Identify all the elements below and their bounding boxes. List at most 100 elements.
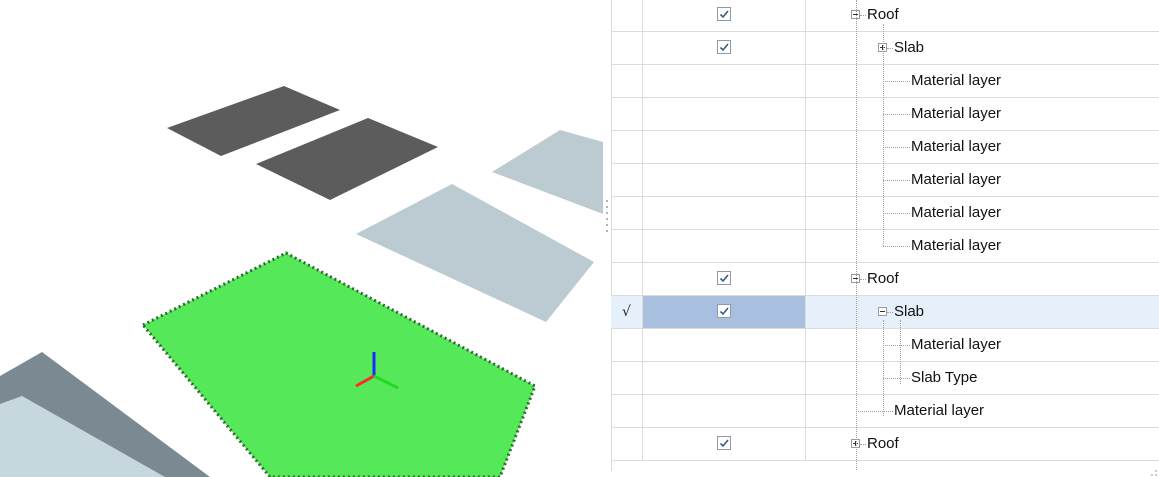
visibility-cell[interactable]	[643, 395, 806, 427]
visibility-cell[interactable]	[643, 362, 806, 394]
tree-node-cell[interactable]: Roof	[806, 263, 1159, 295]
tree-row[interactable]: Material layer	[611, 329, 1159, 362]
tree-node-label: Material layer	[911, 72, 1002, 89]
tree-node-cell[interactable]: Roof	[806, 428, 1159, 460]
row-indicator	[611, 362, 643, 394]
splitter-grip-dot	[606, 218, 608, 220]
tree-row[interactable]: Material layer	[611, 395, 1159, 428]
row-indicator	[611, 32, 643, 64]
tree-node-label: Roof	[867, 270, 899, 287]
visibility-checkbox[interactable]	[717, 271, 731, 285]
tree-node-cell[interactable]: Slab Type	[806, 362, 1159, 394]
tree-node-label: Slab Type	[911, 369, 978, 386]
visibility-cell[interactable]	[643, 98, 806, 130]
tree-row[interactable]: Material layer	[611, 98, 1159, 131]
tree-connector	[883, 213, 910, 214]
row-indicator	[611, 230, 643, 262]
tree-row[interactable]: Roof	[611, 263, 1159, 296]
collapse-minus-icon[interactable]	[878, 307, 887, 316]
checkmark-icon	[719, 274, 729, 283]
tree-row[interactable]: Slab Type	[611, 362, 1159, 395]
splitter-grip-dot	[606, 212, 608, 214]
row-indicator: √	[611, 296, 643, 328]
light-slab-2[interactable]	[356, 184, 594, 322]
row-indicator	[611, 0, 643, 31]
visibility-cell[interactable]	[643, 230, 806, 262]
tree-row[interactable]: Material layer	[611, 131, 1159, 164]
tree-connector	[883, 320, 884, 416]
tree-node-cell[interactable]: Material layer	[806, 131, 1159, 163]
panel-splitter[interactable]	[603, 0, 611, 477]
row-indicator	[611, 164, 643, 196]
tree-node-cell[interactable]: Material layer	[806, 329, 1159, 361]
tree-node-label: Material layer	[911, 138, 1002, 155]
tree-node-cell[interactable]: Material layer	[806, 98, 1159, 130]
visibility-cell[interactable]	[643, 0, 806, 31]
tree-row[interactable]: Slab	[611, 32, 1159, 65]
visibility-cell[interactable]	[643, 32, 806, 64]
row-indicator	[611, 395, 643, 427]
tree-node-label: Roof	[867, 435, 899, 452]
visibility-cell[interactable]	[643, 65, 806, 97]
tree-row[interactable]: Roof	[611, 428, 1159, 461]
tree-node-cell[interactable]: Material layer	[806, 65, 1159, 97]
splitter-grip-dot	[606, 230, 608, 232]
light-slab-1[interactable]	[492, 130, 603, 214]
visibility-cell[interactable]	[643, 263, 806, 295]
visibility-checkbox[interactable]	[717, 7, 731, 21]
resize-grip[interactable]	[1151, 470, 1157, 476]
tree-row[interactable]: Material layer	[611, 230, 1159, 263]
tree-node-label: Material layer	[911, 105, 1002, 122]
tree-connector	[883, 246, 910, 247]
tree-row[interactable]: Material layer	[611, 65, 1159, 98]
splitter-grip-dot	[606, 224, 608, 226]
row-indicator	[611, 65, 643, 97]
tree-node-label: Slab	[894, 303, 925, 320]
tree-node-label: Material layer	[911, 237, 1002, 254]
checkmark-icon	[719, 43, 729, 52]
tree-row[interactable]: Material layer	[611, 197, 1159, 230]
tree-grid[interactable]: Roof Slab Material layer Material layer Mate…	[611, 0, 1159, 471]
tree-node-label: Material layer	[894, 402, 985, 419]
tree-connector	[860, 279, 866, 280]
visibility-checkbox[interactable]	[717, 304, 731, 318]
visibility-cell[interactable]	[643, 329, 806, 361]
tree-node-cell[interactable]: Slab	[806, 32, 1159, 64]
tree-node-label: Slab	[894, 39, 925, 56]
visibility-cell[interactable]	[643, 428, 806, 460]
row-indicator	[611, 131, 643, 163]
splitter-grip-dot	[606, 206, 608, 208]
tree-row[interactable]: Material layer	[611, 164, 1159, 197]
visibility-cell[interactable]	[643, 164, 806, 196]
tree-connector	[887, 48, 893, 49]
tree-connector	[900, 320, 901, 384]
splitter-grip-dot	[606, 200, 608, 202]
checkmark-icon	[719, 10, 729, 19]
visibility-cell[interactable]	[643, 131, 806, 163]
tree-node-cell[interactable]: Roof	[806, 0, 1159, 31]
tree-node-cell[interactable]: Material layer	[806, 230, 1159, 262]
tree-row[interactable]: √ Slab	[611, 296, 1159, 329]
tree-node-label: Material layer	[911, 204, 1002, 221]
scene-canvas[interactable]	[0, 0, 603, 477]
3d-viewport[interactable]	[0, 0, 603, 477]
tree-node-cell[interactable]: Material layer	[806, 395, 1159, 427]
visibility-checkbox[interactable]	[717, 436, 731, 450]
tree-node-cell[interactable]: Material layer	[806, 197, 1159, 229]
tree-connector	[860, 444, 866, 445]
row-indicator	[611, 197, 643, 229]
tree-connector	[856, 0, 857, 470]
checkmark-icon	[719, 307, 729, 316]
tree-row[interactable]: Roof	[611, 0, 1159, 32]
tree-node-cell[interactable]: Material layer	[806, 164, 1159, 196]
tree-node-cell[interactable]: Slab	[806, 296, 1159, 328]
visibility-cell[interactable]	[643, 296, 806, 328]
tree-connector	[887, 312, 893, 313]
visibility-cell[interactable]	[643, 197, 806, 229]
visibility-checkbox[interactable]	[717, 40, 731, 54]
tree-connector	[883, 24, 884, 246]
tree-node-label: Material layer	[911, 336, 1002, 353]
tree-connector	[883, 114, 910, 115]
row-indicator	[611, 98, 643, 130]
tree-connector	[883, 147, 910, 148]
